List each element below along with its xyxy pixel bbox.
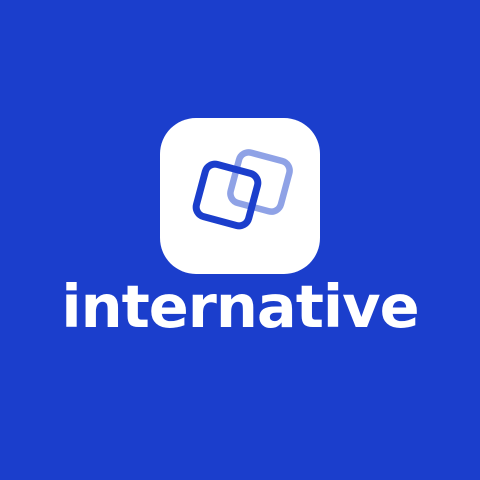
app-logo-tile bbox=[160, 118, 320, 274]
front-square-icon bbox=[192, 160, 262, 230]
splash-screen: internative bbox=[0, 0, 480, 480]
brand-wordmark: internative bbox=[61, 272, 419, 341]
overlapping-squares-icon bbox=[192, 149, 293, 230]
